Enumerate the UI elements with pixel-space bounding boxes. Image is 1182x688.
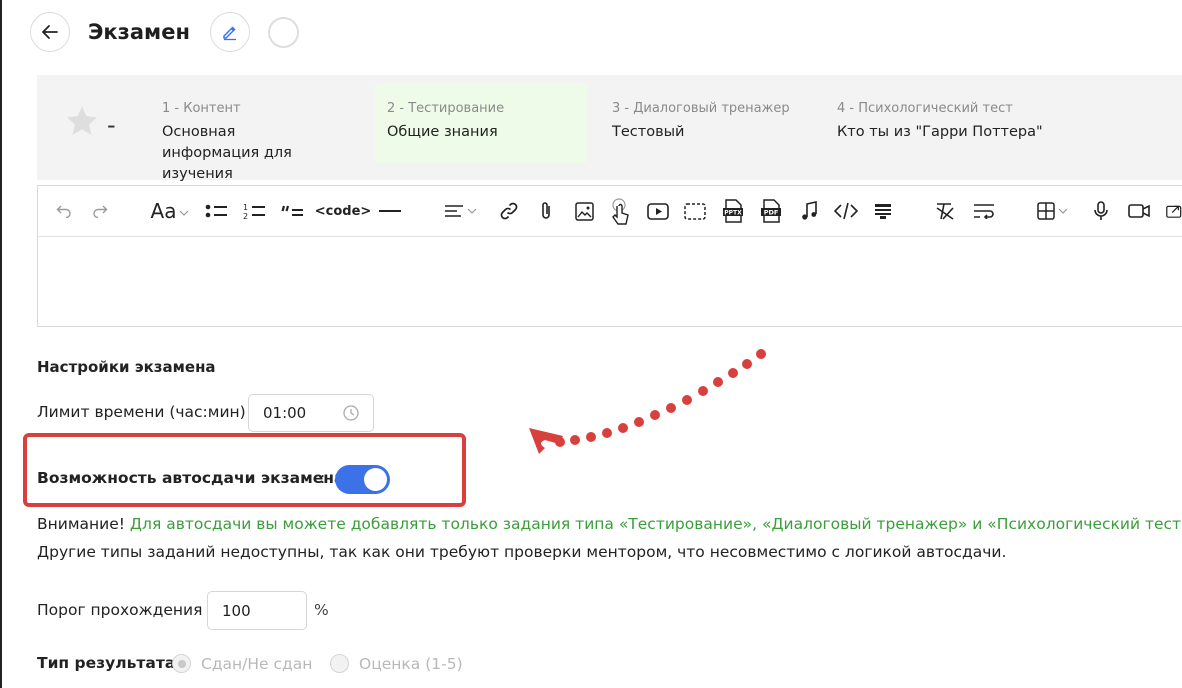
status-indicator[interactable]: [267, 16, 299, 48]
step-name: Основная информация для изучения: [162, 124, 292, 182]
rating-value: -: [107, 111, 116, 139]
pptx-icon[interactable]: PPTX: [722, 198, 744, 224]
bullet-list-icon[interactable]: [204, 198, 230, 224]
embed-code-icon[interactable]: [833, 198, 859, 224]
radio-label: Сдан/Не сдан: [201, 654, 313, 673]
table-dropdown[interactable]: [1034, 198, 1070, 224]
exam-settings-title: Настройки экзамена: [37, 358, 216, 376]
step-name: Общие знания: [387, 124, 498, 140]
step-number: 2 - Тестирование: [387, 101, 505, 116]
align-dropdown[interactable]: [442, 198, 478, 224]
rich-text-editor[interactable]: Aa 12 <code> PPTX PDF: [37, 185, 1182, 327]
time-limit-input[interactable]: 01:00: [248, 394, 374, 432]
clock-icon: [343, 405, 359, 421]
radio-dot: [172, 654, 191, 673]
font-size-dropdown[interactable]: Aa: [148, 198, 192, 224]
step-number: 1 - Контент: [162, 101, 241, 116]
back-button[interactable]: [30, 12, 70, 52]
edit-title-button[interactable]: [209, 12, 250, 52]
editor-toolbar: Aa 12 <code> PPTX PDF: [38, 186, 1182, 237]
auto-submit-colon: :: [320, 469, 326, 487]
table-icon: [1036, 202, 1055, 220]
radio-pass-fail[interactable]: Сдан/Не сдан: [172, 654, 312, 673]
step-dialog-trainer[interactable]: 3 - Диалоговый тренажер Тестовый: [600, 83, 815, 163]
align-left-icon: [444, 205, 463, 217]
pass-threshold-value: 100: [222, 602, 251, 620]
format-block-icon[interactable]: [873, 198, 893, 224]
annotation-arrow-head: [529, 428, 563, 454]
chevron-down-icon: [1058, 208, 1067, 214]
page-title: Экзамен: [88, 20, 190, 44]
interactive-click-icon[interactable]: [609, 196, 631, 228]
notice-highlight: Для автосдачи вы можете добавлять только…: [125, 515, 1182, 533]
image-icon[interactable]: [573, 198, 595, 224]
pptx-label: PPTX: [724, 210, 742, 217]
selection-frame-icon[interactable]: [683, 198, 707, 224]
microphone-icon[interactable]: [1092, 198, 1110, 224]
page-header: Экзамен: [30, 12, 299, 52]
quote-icon[interactable]: [280, 198, 306, 224]
link-icon[interactable]: [498, 198, 520, 224]
radio-label: Оценка (1-5): [359, 654, 463, 673]
redo-icon[interactable]: [90, 198, 110, 224]
step-content[interactable]: 1 - Контент Основная информация для изуч…: [150, 83, 350, 182]
steps-bar: - 1 - Контент Основная информация для из…: [37, 75, 1182, 182]
text-wrap-icon[interactable]: [972, 198, 996, 224]
arrow-left-icon: [42, 25, 58, 39]
pdf-label: PDF: [764, 209, 779, 217]
time-limit-label: Лимит времени (час:мин): [37, 403, 246, 421]
radio-dot: [330, 654, 349, 673]
pencil-icon: [223, 26, 236, 41]
auto-submit-toggle[interactable]: [335, 465, 390, 494]
code-label: <code>: [314, 203, 372, 219]
toggle-knob: [364, 468, 387, 491]
pdf-icon[interactable]: PDF: [760, 198, 782, 224]
attachment-icon[interactable]: [536, 198, 556, 224]
annotation-arrow-dots: [555, 349, 766, 447]
pass-threshold-input[interactable]: 100: [207, 591, 307, 630]
percent-sign: %: [314, 601, 329, 619]
font-size-label: Aa: [150, 199, 177, 223]
result-type-label: Тип результата: [37, 654, 176, 672]
step-number: 4 - Психологический тест: [837, 101, 1013, 116]
horizontal-rule-icon[interactable]: [379, 198, 401, 224]
annotation-arrow-icon: [529, 349, 766, 454]
svg-text:2: 2: [243, 212, 248, 220]
step-number: 3 - Диалоговый тренажер: [612, 101, 790, 116]
notice-prefix: Внимание!: [37, 515, 125, 533]
pass-threshold-label: Порог прохождения: [37, 601, 203, 619]
code-button[interactable]: <code>: [315, 198, 372, 224]
star-icon[interactable]: [65, 105, 99, 137]
step-psych-test[interactable]: 4 - Психологический тест Кто ты из "Гарр…: [825, 83, 1085, 163]
video-icon[interactable]: [646, 198, 670, 224]
radio-grade[interactable]: Оценка (1-5): [330, 654, 463, 673]
numbered-list-icon[interactable]: 12: [242, 198, 268, 224]
auto-submit-notice: Внимание! Для автосдачи вы можете добавл…: [37, 515, 1182, 533]
notice-explanation: Другие типы заданий недоступны, так как …: [37, 543, 1007, 561]
auto-submit-label: Возможность автосдачи экзамена: [37, 469, 345, 487]
clear-format-icon[interactable]: [934, 198, 956, 224]
undo-icon[interactable]: [54, 198, 74, 224]
svg-text:1: 1: [243, 203, 248, 212]
chevron-down-icon: [467, 208, 476, 214]
share-screen-icon[interactable]: [1166, 198, 1182, 224]
step-name: Кто ты из "Гарри Поттера": [837, 124, 1043, 140]
step-testing[interactable]: 2 - Тестирование Общие знания: [375, 83, 587, 163]
chevron-down-icon: [180, 210, 189, 216]
camera-icon[interactable]: [1127, 198, 1151, 224]
step-name: Тестовый: [612, 124, 685, 140]
time-limit-value: 01:00: [263, 404, 307, 422]
music-note-icon[interactable]: [800, 198, 818, 224]
